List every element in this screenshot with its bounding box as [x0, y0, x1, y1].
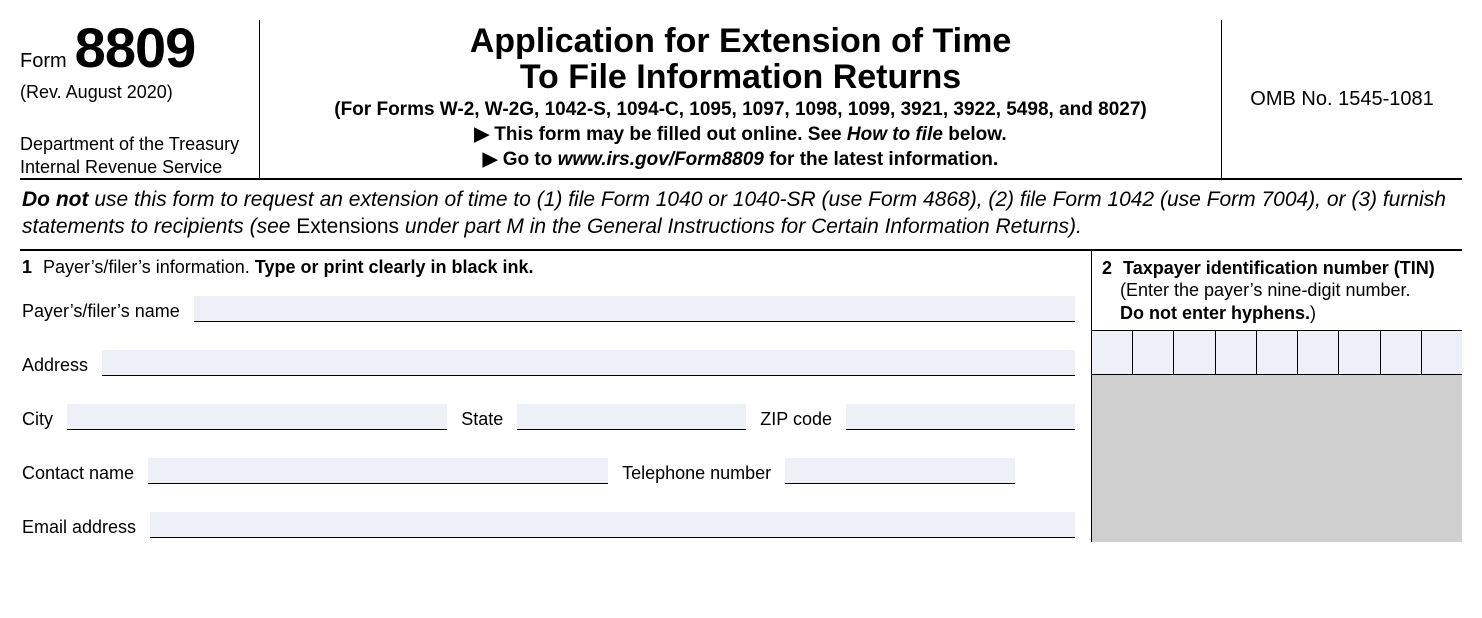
forms-list: (For Forms W-2, W-2G, 1042-S, 1094-C, 10…	[274, 99, 1207, 121]
zip-input[interactable]	[846, 404, 1075, 430]
phone-label: Telephone number	[622, 463, 771, 484]
city-label: City	[22, 409, 53, 430]
header-center: Application for Extension of Time To Fil…	[260, 20, 1222, 178]
tin-digit-8[interactable]	[1381, 331, 1422, 374]
state-input[interactable]	[517, 404, 746, 430]
main-section: 1 Payer’s/filer’s information. Type or p…	[20, 251, 1462, 542]
form-title-line1: Application for Extension of Time	[274, 24, 1207, 60]
name-label: Payer’s/filer’s name	[22, 301, 180, 322]
department-block: Department of the Treasury Internal Reve…	[20, 133, 251, 178]
shaded-area	[1092, 374, 1462, 542]
dept-line-1: Department of the Treasury	[20, 133, 251, 156]
form-8809: Form 8809 (Rev. August 2020) Department …	[20, 20, 1462, 542]
arrow-icon: ▶	[474, 124, 489, 145]
note-url: ▶ Go to www.irs.gov/Form8809 for the lat…	[274, 148, 1207, 171]
box-1-payer-info: 1 Payer’s/filer’s information. Type or p…	[20, 251, 1092, 542]
dept-line-2: Internal Revenue Service	[20, 156, 251, 179]
revision-date: (Rev. August 2020)	[20, 82, 251, 103]
contact-label: Contact name	[22, 463, 134, 484]
arrow-icon: ▶	[483, 149, 498, 170]
tin-digit-grid[interactable]	[1092, 330, 1462, 374]
zip-label: ZIP code	[760, 409, 832, 430]
box-1-heading: 1 Payer’s/filer’s information. Type or p…	[22, 257, 1075, 278]
do-not-warning: Do not use this form to request an exten…	[20, 180, 1462, 251]
state-label: State	[461, 409, 503, 430]
tin-digit-5[interactable]	[1257, 331, 1298, 374]
note-online: ▶ This form may be filled out online. Se…	[274, 123, 1207, 146]
tin-digit-2[interactable]	[1133, 331, 1174, 374]
tin-digit-7[interactable]	[1339, 331, 1380, 374]
form-number: 8809	[75, 20, 196, 76]
address-label: Address	[22, 355, 88, 376]
city-input[interactable]	[67, 404, 447, 430]
form-title-line2: To File Information Returns	[274, 60, 1207, 96]
tin-digit-1[interactable]	[1092, 331, 1133, 374]
header-left: Form 8809 (Rev. August 2020) Department …	[20, 20, 260, 178]
form-word: Form	[20, 50, 67, 73]
omb-number: OMB No. 1545-1081	[1222, 20, 1462, 178]
form-header: Form 8809 (Rev. August 2020) Department …	[20, 20, 1462, 180]
address-input[interactable]	[102, 350, 1075, 376]
tin-digit-6[interactable]	[1298, 331, 1339, 374]
box-2-tin: 2 Taxpayer identification number (TIN) (…	[1092, 251, 1462, 542]
box-2-heading: 2 Taxpayer identification number (TIN) (…	[1092, 251, 1462, 331]
tin-digit-9[interactable]	[1422, 331, 1462, 374]
tin-digit-3[interactable]	[1174, 331, 1215, 374]
email-input[interactable]	[150, 512, 1075, 538]
phone-input[interactable]	[785, 458, 1015, 484]
email-label: Email address	[22, 517, 136, 538]
tin-digit-4[interactable]	[1216, 331, 1257, 374]
contact-name-input[interactable]	[148, 458, 608, 484]
payer-name-input[interactable]	[194, 296, 1075, 322]
